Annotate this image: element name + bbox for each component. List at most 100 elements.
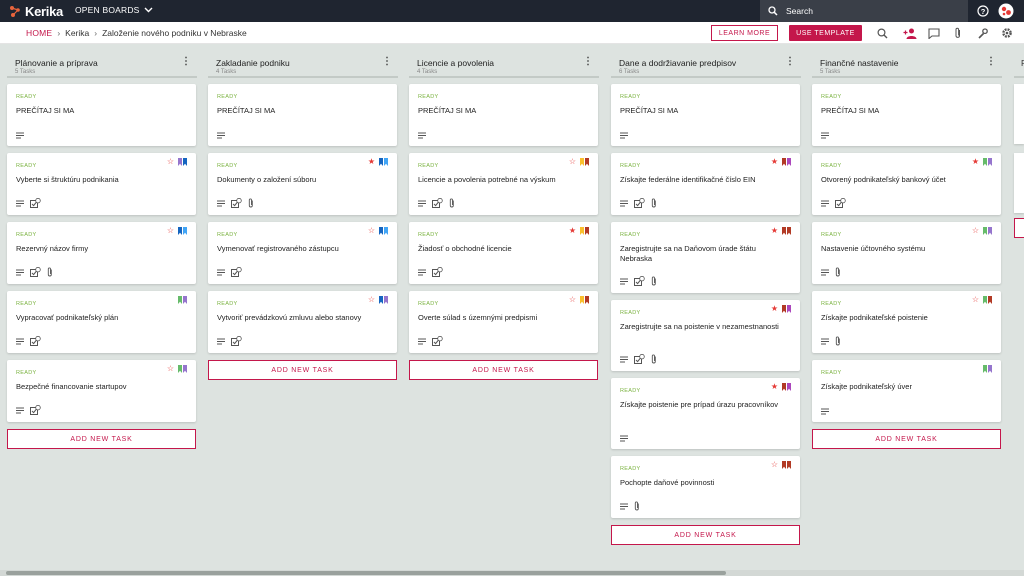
attachment-icon[interactable] xyxy=(951,26,965,40)
task-card[interactable]: READY PREČÍTAJ SI MA xyxy=(812,84,1001,146)
tools-icon[interactable] xyxy=(975,26,989,40)
column-menu-icon[interactable]: ⋮ xyxy=(382,57,392,67)
task-icons xyxy=(217,267,242,277)
add-new-task-button[interactable]: ADD NEW TASK xyxy=(7,429,196,449)
column-title[interactable]: Plánovanie a príprava xyxy=(15,58,98,68)
star-filled-icon[interactable]: ★ xyxy=(972,158,979,166)
task-card[interactable]: READY Overte súlad s územnými predpismi ☆ xyxy=(409,291,598,353)
star-filled-icon[interactable]: ★ xyxy=(771,383,778,391)
use-template-button[interactable]: USE TEMPLATE xyxy=(789,25,862,41)
star-outline-icon[interactable]: ☆ xyxy=(167,227,174,235)
task-title: Vytvoriť prevádzkovú zmluvu alebo stanov… xyxy=(217,313,362,322)
add-person-icon[interactable] xyxy=(903,26,917,40)
star-outline-icon[interactable]: ☆ xyxy=(167,158,174,166)
breadcrumb-board: Založenie nového podniku v Nebraske xyxy=(102,27,247,38)
task-title: Získajte federálne identifikačné číslo E… xyxy=(620,175,756,184)
board-column: Plánovanie a príprava 5 Tasks ⋮ READY PREČÍT… xyxy=(7,45,197,449)
kerika-logo[interactable]: Kerika xyxy=(9,3,63,19)
star-filled-icon[interactable]: ★ xyxy=(569,227,576,235)
add-new-task-button[interactable]: ADD NEW TASK xyxy=(409,360,598,380)
avatar[interactable] xyxy=(998,3,1014,19)
task-tags: ☆ xyxy=(569,158,589,166)
tag-flag-icon xyxy=(178,296,182,304)
add-new-task-button[interactable]: ADD NEW TASK xyxy=(208,360,397,380)
task-status: READY xyxy=(821,94,842,100)
tag-flag-icon xyxy=(782,383,786,391)
column-menu-icon[interactable]: ⋮ xyxy=(583,57,593,67)
task-card[interactable]: READY Vyberte si štruktúru podnikania ☆ xyxy=(7,153,196,215)
column-task-count: 4 Tasks xyxy=(417,69,438,75)
task-title: Získajte podnikateľský úver xyxy=(821,382,912,391)
open-boards-menu[interactable]: OPEN BOARDS xyxy=(75,5,153,15)
task-card[interactable]: READY Nastavenie účtovného systému ☆ xyxy=(812,222,1001,284)
task-card[interactable]: READY Licencie a povolenia potrebné na vý… xyxy=(409,153,598,215)
chevron-down-icon xyxy=(144,7,153,13)
star-outline-icon[interactable]: ☆ xyxy=(167,365,174,373)
add-new-task-button[interactable]: ADD NEW TASK xyxy=(812,429,1001,449)
star-outline-icon[interactable]: ☆ xyxy=(569,158,576,166)
task-card[interactable]: READY Otvorený podnikateľský bankový účet… xyxy=(812,153,1001,215)
task-card[interactable]: READY PREČÍTAJ SI MA xyxy=(409,84,598,146)
task-status: READY xyxy=(418,232,439,238)
task-status: READY xyxy=(16,232,37,238)
task-card[interactable]: READY PREČÍTAJ SI MA xyxy=(208,84,397,146)
tag-flag-icon xyxy=(178,158,182,166)
star-outline-icon[interactable]: ☆ xyxy=(771,461,778,469)
task-card[interactable]: READY Vymenovať registrovaného zástupcu ☆ xyxy=(208,222,397,284)
checklist-icon xyxy=(432,198,443,208)
description-icon xyxy=(821,132,829,139)
task-card[interactable]: READY Získajte poistenie pre prípad úrazu… xyxy=(611,378,800,449)
add-new-task-button[interactable]: ADD NEW TASK xyxy=(611,525,800,545)
task-tags: ☆ xyxy=(368,296,388,304)
task-card[interactable]: READY Pochopte daňové povinnosti ☆ xyxy=(611,456,800,518)
column-header: Licencie a povolenia 4 Tasks ⋮ xyxy=(409,45,599,78)
column-title[interactable]: Dane a dodržiavanie predpisov xyxy=(619,58,736,68)
task-card[interactable]: READY Dokumenty o založení súboru ★ xyxy=(208,153,397,215)
task-card[interactable]: READY Vypracovať podnikateľský plán xyxy=(7,291,196,353)
task-card[interactable]: READY Rezervný názov firmy ☆ xyxy=(7,222,196,284)
search-icon[interactable] xyxy=(875,26,889,40)
search-box[interactable]: Search xyxy=(760,0,968,22)
tag-flag-icon xyxy=(379,296,383,304)
learn-more-button[interactable]: LEARN MORE xyxy=(711,25,778,41)
task-card[interactable]: READY Bezpečné financovanie startupov ☆ xyxy=(7,360,196,422)
star-outline-icon[interactable]: ☆ xyxy=(368,227,375,235)
task-title: Otvorený podnikateľský bankový účet xyxy=(821,175,946,184)
column-title[interactable]: Zakladanie podniku xyxy=(216,58,290,68)
help-icon[interactable]: ? xyxy=(976,4,990,18)
task-card[interactable]: READY Získajte podnikateľský úver xyxy=(812,360,1001,422)
horizontal-scrollbar-thumb[interactable] xyxy=(6,571,726,575)
task-title: Žiadosť o obchodné licencie xyxy=(418,244,512,253)
column-title[interactable]: Finančné nastavenie xyxy=(820,58,898,68)
breadcrumb-org[interactable]: Kerika xyxy=(65,28,89,38)
column-menu-icon[interactable]: ⋮ xyxy=(986,57,996,67)
star-filled-icon[interactable]: ★ xyxy=(771,158,778,166)
task-tags: ☆ xyxy=(167,227,187,235)
task-card[interactable]: READY Získajte federálne identifikačné čí… xyxy=(611,153,800,215)
task-card[interactable]: READY Žiadosť o obchodné licencie ★ xyxy=(409,222,598,284)
star-outline-icon[interactable]: ☆ xyxy=(569,296,576,304)
chat-icon[interactable] xyxy=(927,26,941,40)
task-card[interactable]: READY Zaregistrujte sa na poistenie v nez… xyxy=(611,300,800,371)
task-card[interactable]: READY Zaregistrujte sa na Daňovom úrade š… xyxy=(611,222,800,293)
tag-flag-icon xyxy=(782,158,786,166)
star-outline-icon[interactable]: ☆ xyxy=(972,227,979,235)
star-filled-icon[interactable]: ★ xyxy=(771,305,778,313)
column-menu-icon[interactable]: ⋮ xyxy=(181,57,191,67)
breadcrumb-home[interactable]: HOME xyxy=(26,28,52,38)
star-outline-icon[interactable]: ☆ xyxy=(368,296,375,304)
task-card[interactable]: READY Získajte podnikateľské poistenie ☆ xyxy=(812,291,1001,353)
task-title: Licencie a povolenia potrebné na výskum xyxy=(418,175,556,184)
star-outline-icon[interactable]: ☆ xyxy=(972,296,979,304)
settings-gear-icon[interactable] xyxy=(1000,26,1014,40)
column-title[interactable]: Licencie a povolenia xyxy=(417,58,494,68)
task-card[interactable]: READY PREČÍTAJ SI MA xyxy=(611,84,800,146)
description-icon xyxy=(620,503,628,510)
task-card[interactable]: READY PREČÍTAJ SI MA xyxy=(7,84,196,146)
column-menu-icon[interactable]: ⋮ xyxy=(785,57,795,67)
task-tags: ☆ xyxy=(167,158,187,166)
task-card[interactable]: READY Vytvoriť prevádzkovú zmluvu alebo s… xyxy=(208,291,397,353)
tag-flag-icon xyxy=(983,158,987,166)
star-filled-icon[interactable]: ★ xyxy=(368,158,375,166)
star-filled-icon[interactable]: ★ xyxy=(771,227,778,235)
